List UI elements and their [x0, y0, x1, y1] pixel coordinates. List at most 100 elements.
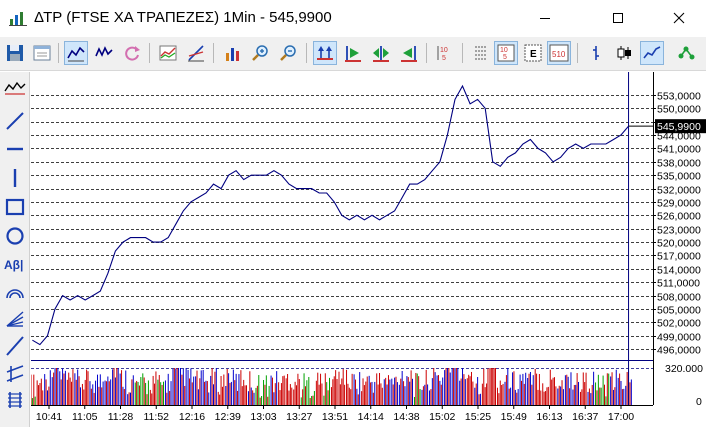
prices-button[interactable]: 10 5: [433, 41, 457, 65]
svg-text:510: 510: [552, 50, 566, 59]
indicator-button[interactable]: [156, 41, 180, 65]
zoom-out-button[interactable]: [277, 41, 301, 65]
time-axis-label: 17:00: [608, 411, 634, 423]
line-style-button[interactable]: [640, 41, 664, 65]
ellipse-tool[interactable]: [3, 224, 27, 248]
toolbar-separator: [213, 43, 214, 63]
line-style-icon: [643, 46, 661, 59]
depth-510-button[interactable]: 510: [547, 41, 571, 65]
time-axis-label: 13:03: [250, 411, 276, 423]
channel-tool[interactable]: [3, 362, 27, 386]
rectangle-icon: [5, 198, 25, 216]
time-axis-label: 15:25: [465, 411, 491, 423]
volume-icon: [226, 48, 239, 61]
zoom-in-button[interactable]: [249, 41, 273, 65]
bar-chart-button[interactable]: [584, 41, 608, 65]
svg-text:10: 10: [500, 47, 508, 54]
price-axis-label: 529,0000: [657, 198, 701, 210]
volume-axis-label: 320.000: [665, 363, 703, 375]
prices-icon: 105: [437, 46, 448, 62]
vertical-line-tool[interactable]: [3, 166, 27, 190]
svg-text:Αβ|: Αβ|: [4, 258, 23, 272]
toolbar-separator: [577, 43, 578, 63]
time-axis-label: 15:02: [429, 411, 455, 423]
text-tool-icon: Αβ|: [4, 258, 23, 272]
go-end-button[interactable]: [397, 41, 421, 65]
price-axis-label: 508,0000: [657, 292, 701, 304]
go-start-icon: [345, 46, 361, 62]
time-axis-label: 15:49: [501, 411, 527, 423]
price-axis-label: 517,0000: [657, 251, 701, 263]
horizontal-line-icon: [7, 147, 23, 151]
ohlc-chart-button[interactable]: [92, 41, 116, 65]
window-title: ΔΤΡ (FTSE ΧΑ ΤΡΑΠΕΖΕΣ) 1Min - 545,9900: [34, 9, 332, 26]
price-axis-label: 496,0000: [657, 345, 701, 357]
depth-10-button[interactable]: 10 5: [494, 41, 518, 65]
fit-all-button[interactable]: [313, 41, 337, 65]
price-axis-label: 532,0000: [657, 185, 701, 197]
maximize-button[interactable]: [595, 0, 641, 36]
svg-text:10: 10: [440, 47, 448, 54]
indicator-icon: [159, 45, 177, 61]
ray-tool[interactable]: [3, 334, 27, 358]
depth-510-icon: 510: [549, 44, 569, 62]
drawing-tools-sidebar: Αβ|: [0, 72, 30, 427]
time-axis-label: 13:51: [322, 411, 348, 423]
indicator-tool[interactable]: [3, 76, 27, 100]
price-axis-label: 520,0000: [657, 238, 701, 250]
current-price-label: 545,9900: [657, 121, 701, 133]
time-axis-label: 14:38: [393, 411, 419, 423]
toolbar-separator: [426, 43, 427, 63]
time-axis-label: 10:41: [36, 411, 62, 423]
study-icon: [188, 45, 204, 62]
template-button[interactable]: [30, 41, 54, 65]
vertical-line-icon: [13, 169, 17, 187]
connect-icon: [678, 46, 695, 60]
price-axis-label: 550,0000: [657, 104, 701, 116]
title-bar: ΔΤΡ (FTSE ΧΑ ΤΡΑΠΕΖΕΣ) 1Min - 545,9900: [0, 0, 706, 36]
time-axis-label: 12:16: [179, 411, 205, 423]
text-tool[interactable]: Αβ|: [3, 252, 27, 276]
depth-e-icon: E: [524, 44, 542, 62]
horizontal-line-tool[interactable]: [3, 137, 27, 161]
refresh-button[interactable]: [120, 41, 144, 65]
price-chart-svg[interactable]: 553,0000550,0000547,0000544,0000541,0000…: [31, 72, 706, 427]
connect-button[interactable]: [674, 41, 698, 65]
save-button[interactable]: [3, 41, 27, 65]
save-icon: [7, 45, 23, 61]
depth-e-button[interactable]: E: [521, 41, 545, 65]
arc-tool[interactable]: [3, 280, 27, 304]
depth-list-button[interactable]: [469, 41, 493, 65]
time-axis-label: 16:37: [572, 411, 598, 423]
fan-tool[interactable]: [3, 306, 27, 330]
price-axis-label: 541,0000: [657, 144, 701, 156]
close-button[interactable]: [656, 0, 702, 36]
depth-list-icon: [475, 46, 487, 60]
svg-text:E: E: [530, 49, 537, 60]
trend-line-icon: [6, 112, 24, 130]
ellipse-icon: [6, 227, 24, 245]
toolbar-separator: [306, 43, 307, 63]
center-button[interactable]: [369, 41, 393, 65]
go-start-button[interactable]: [341, 41, 365, 65]
fibonacci-tool[interactable]: [3, 388, 27, 412]
zoom-out-icon: [280, 45, 296, 61]
depth-10-icon: 105: [497, 44, 515, 62]
price-chart[interactable]: 553,0000550,0000547,0000544,0000541,0000…: [31, 72, 706, 427]
rectangle-tool[interactable]: [3, 195, 27, 219]
fan-icon: [6, 311, 24, 327]
volume-button[interactable]: [221, 41, 245, 65]
minimize-button[interactable]: [522, 0, 568, 36]
candle-chart-button[interactable]: [612, 41, 636, 65]
trend-line-tool[interactable]: [3, 109, 27, 133]
app-chart-icon: [9, 12, 27, 26]
price-axis-label: 502,0000: [657, 318, 701, 330]
time-axis-label: 14:14: [358, 411, 384, 423]
price-axis-label: 511,0000: [657, 278, 700, 290]
template-icon: [33, 45, 51, 61]
candle-chart-icon: [617, 46, 631, 60]
svg-text:5: 5: [503, 54, 507, 61]
maximize-icon: [613, 13, 623, 23]
line-chart-button[interactable]: [64, 41, 88, 65]
study-button[interactable]: [184, 41, 208, 65]
